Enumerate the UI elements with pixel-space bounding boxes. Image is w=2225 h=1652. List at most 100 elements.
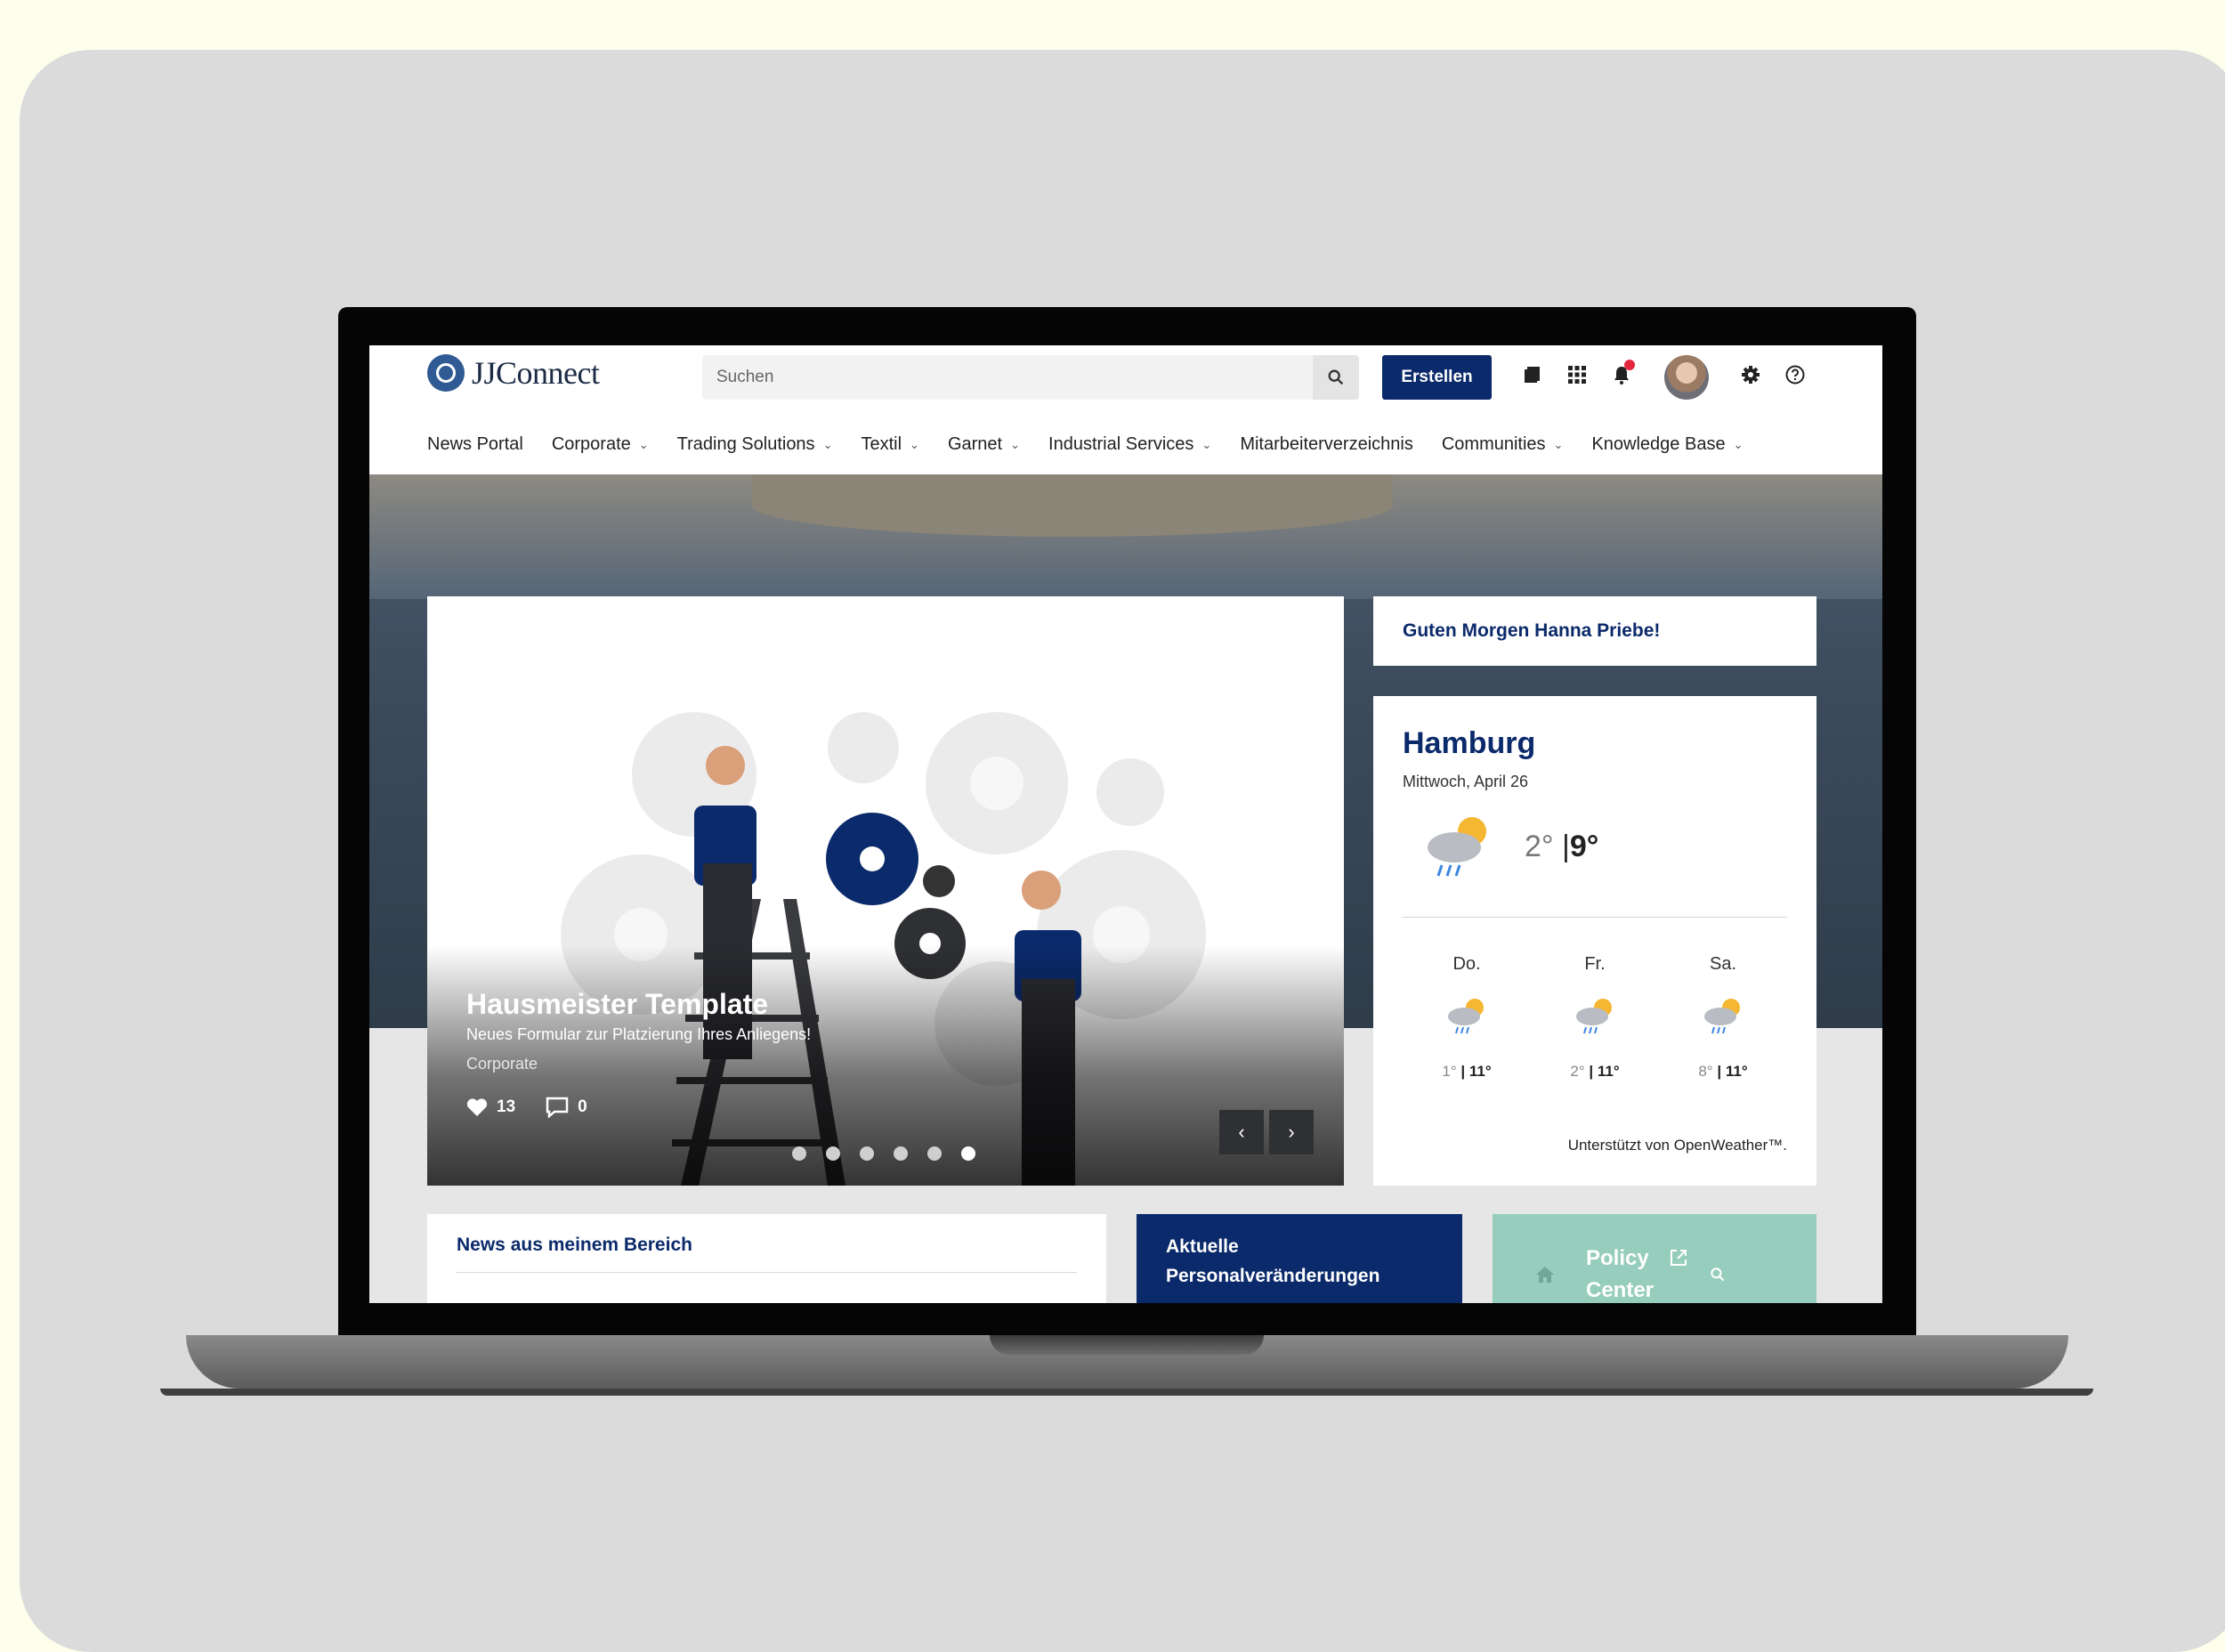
home-icon <box>1536 1267 1554 1283</box>
forecast-day-name: Do. <box>1452 954 1481 974</box>
forecast-temp: 8° | 11° <box>1698 1063 1748 1080</box>
chevron-left-icon: ‹ <box>1238 1121 1245 1143</box>
chevron-down-icon: ⌄ <box>1553 437 1564 451</box>
forecast-day: Fr. 2° | 11° <box>1541 954 1648 1081</box>
news-widget: News aus meinem Bereich <box>427 1214 1106 1303</box>
divider <box>1403 917 1787 918</box>
logo-text: JJConnect <box>472 355 600 391</box>
slider-dot[interactable] <box>826 1146 840 1161</box>
nav-label: Knowledge Base <box>1591 434 1726 454</box>
forecast-low: 2° <box>1570 1063 1585 1080</box>
nav-item-textil[interactable]: Textil ⌄ <box>861 434 918 455</box>
chevron-down-icon: ⌄ <box>1202 437 1212 451</box>
nav-item-industrial-services[interactable]: Industrial Services ⌄ <box>1048 434 1211 455</box>
slider-dot-active[interactable] <box>961 1146 975 1161</box>
search-input[interactable]: Suchen <box>716 368 773 387</box>
forecast-day-name: Sa. <box>1709 954 1737 974</box>
search-button[interactable] <box>1313 355 1359 400</box>
slider-dots <box>792 1146 975 1161</box>
greeting-card: Guten Morgen Hanna Priebe! <box>1373 596 1816 666</box>
next-slide-button[interactable]: › <box>1269 1110 1314 1154</box>
chevron-down-icon: ⌄ <box>822 437 833 451</box>
bookmarks-button[interactable] <box>1517 360 1548 390</box>
slide-category[interactable]: Corporate <box>466 1055 538 1073</box>
laptop-shadow <box>160 1389 2093 1396</box>
nav-item-communities[interactable]: Communities ⌄ <box>1442 434 1564 455</box>
slider-dot[interactable] <box>927 1146 942 1161</box>
prev-slide-button[interactable]: ‹ <box>1219 1110 1264 1154</box>
chevron-down-icon: ⌄ <box>1733 437 1744 451</box>
nav-item-corporate[interactable]: Corporate ⌄ <box>552 434 649 455</box>
help-icon <box>1785 365 1805 385</box>
apps-button[interactable] <box>1562 360 1592 390</box>
chevron-down-icon: ⌄ <box>910 437 919 451</box>
settings-button[interactable] <box>1736 360 1766 390</box>
forecast-high: 11° <box>1597 1063 1620 1080</box>
policy-center-tile[interactable]: Policy Center <box>1493 1214 1816 1303</box>
help-button[interactable] <box>1780 360 1810 390</box>
slider-dot[interactable] <box>894 1146 908 1161</box>
chevron-right-icon: › <box>1288 1121 1295 1143</box>
current-temperature: 2° |9° <box>1525 830 1598 864</box>
nav-item-garnet[interactable]: Garnet ⌄ <box>948 434 1020 455</box>
temp-separator: | <box>1561 830 1570 863</box>
grid-icon <box>1568 366 1586 384</box>
heart-icon[interactable] <box>466 1097 488 1117</box>
nav-label: Industrial Services <box>1048 434 1194 454</box>
bookmarks-icon <box>1525 367 1540 383</box>
app-screen: JJConnect Suchen Erstellen News Portal C… <box>369 345 1882 1303</box>
notification-badge <box>1624 360 1635 370</box>
nav-item-news-portal[interactable]: News Portal <box>427 434 523 455</box>
nav-label: Corporate <box>551 434 631 454</box>
rain-sun-icon <box>1704 999 1740 1034</box>
forecast-low: 8° <box>1698 1063 1713 1080</box>
chevron-down-icon: ⌄ <box>638 437 649 451</box>
main-nav: News Portal Corporate ⌄ Trading Solutions… <box>427 434 1771 455</box>
logo[interactable]: JJConnect <box>427 354 600 392</box>
header: JJConnect Suchen Erstellen News Portal C… <box>369 345 1882 474</box>
laptop-notch <box>990 1335 1264 1355</box>
comment-icon[interactable] <box>546 1097 569 1118</box>
slide-title[interactable]: Hausmeister Template <box>466 988 768 1021</box>
search-icon <box>1711 1267 1725 1282</box>
notifications-button[interactable] <box>1606 360 1637 390</box>
chevron-down-icon: ⌄ <box>1010 437 1021 451</box>
weather-city: Hamburg <box>1403 726 1536 760</box>
rain-sun-icon <box>1428 817 1486 877</box>
nav-item-mitarbeiterverzeichnis[interactable]: Mitarbeiterverzeichnis <box>1240 434 1413 455</box>
news-widget-title: News aus meinem Bereich <box>457 1235 692 1255</box>
weather-date: Mittwoch, April 26 <box>1403 773 1529 790</box>
slide-subtitle: Neues Formular zur Platzierung Ihres Anl… <box>466 1025 812 1043</box>
rain-sun-icon <box>1448 999 1484 1034</box>
forecast-temp: 1° | 11° <box>1442 1063 1492 1080</box>
weather-widget: Hamburg Mittwoch, April 26 2° |9° Do. 1°… <box>1373 696 1816 1186</box>
forecast-day: Do. 1° | 11° <box>1413 954 1520 1081</box>
nav-label: Garnet <box>947 434 1003 454</box>
comment-count: 0 <box>578 1097 587 1116</box>
nav-label: Mitarbeiterverzeichnis <box>1240 434 1413 454</box>
nav-item-knowledge-base[interactable]: Knowledge Base ⌄ <box>1591 434 1743 455</box>
slide-stats: 13 0 <box>466 1097 587 1118</box>
nav-label: Textil <box>861 434 902 454</box>
like-count: 13 <box>497 1097 516 1116</box>
rain-sun-icon <box>1576 999 1612 1034</box>
policy-center-title: Policy Center <box>1586 1246 1655 1302</box>
avatar[interactable] <box>1664 355 1709 400</box>
current-high: 9° <box>1569 830 1599 863</box>
nav-item-trading-solutions[interactable]: Trading Solutions ⌄ <box>677 434 833 455</box>
slider-dot[interactable] <box>792 1146 806 1161</box>
globe-logo-icon <box>427 354 465 392</box>
search-box[interactable]: Suchen <box>702 355 1359 400</box>
gear-icon <box>1742 366 1760 384</box>
forecast-temp: 2° | 11° <box>1570 1063 1620 1080</box>
current-low: 2° <box>1525 830 1554 863</box>
news-slider[interactable]: Hausmeister Template Neues Formular zur … <box>427 596 1344 1186</box>
weather-attribution[interactable]: Unterstützt von OpenWeather™. <box>1568 1137 1787 1154</box>
divider <box>457 1272 1077 1273</box>
nav-label: Communities <box>1441 434 1546 454</box>
personnel-changes-tile[interactable]: Aktuelle Personalveränderungen <box>1137 1214 1462 1303</box>
slider-dot[interactable] <box>860 1146 874 1161</box>
forecast-high: 11° <box>1468 1063 1492 1080</box>
forecast-day-name: Fr. <box>1584 954 1606 974</box>
create-button[interactable]: Erstellen <box>1382 355 1492 400</box>
